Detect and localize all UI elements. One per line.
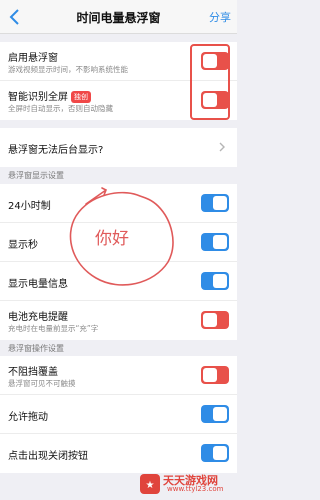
close-button-label: 点击出现关闭按钮 bbox=[8, 451, 88, 462]
chevron-right-icon bbox=[219, 142, 225, 152]
row-24h: 24小时制 bbox=[0, 184, 237, 223]
original-badge: 独创 bbox=[71, 91, 91, 103]
charge-reminder-label: 电池充电提醒 bbox=[8, 312, 68, 323]
svg-text:★: ★ bbox=[146, 480, 155, 491]
smart-fullscreen-desc: 全屏时自动显示，否则自动隐藏 bbox=[8, 104, 113, 113]
row-allow-drag: 允许拖动 bbox=[0, 395, 237, 434]
background-help-label: 悬浮窗无法后台显示? bbox=[8, 145, 104, 156]
smart-fullscreen-label: 智能识别全屏 独创 bbox=[8, 88, 91, 103]
row-show-seconds: 显示秒 bbox=[0, 223, 237, 262]
no-block-label: 不阻挡覆盖 bbox=[8, 367, 58, 378]
link-group: 悬浮窗无法后台显示? bbox=[0, 128, 237, 167]
allow-drag-label: 允许拖动 bbox=[8, 412, 48, 423]
row-close-button: 点击出现关闭按钮 bbox=[0, 434, 237, 473]
show-seconds-toggle[interactable] bbox=[201, 233, 229, 251]
nav-bar: 时间电量悬浮窗 分享 bbox=[0, 0, 237, 34]
display-section-header: 悬浮窗显示设置 bbox=[8, 171, 64, 180]
close-button-toggle[interactable] bbox=[201, 444, 229, 462]
no-block-desc: 悬浮窗可见不可触摸 bbox=[8, 379, 76, 388]
share-button[interactable]: 分享 bbox=[209, 9, 231, 25]
site-watermark: ★ 天天游戏网 www.ttyl23.com bbox=[137, 470, 233, 496]
enable-floating-desc: 游戏视频显示时间，不影响系统性能 bbox=[8, 65, 128, 74]
enable-floating-label: 启用悬浮窗 bbox=[8, 53, 58, 64]
ops-section-header: 悬浮窗操作设置 bbox=[8, 344, 64, 353]
watermark-url: www.ttyl23.com bbox=[167, 485, 224, 493]
show-battery-toggle[interactable] bbox=[201, 272, 229, 290]
row-background-help[interactable]: 悬浮窗无法后台显示? bbox=[0, 128, 237, 167]
24h-label: 24小时制 bbox=[8, 201, 51, 212]
24h-toggle[interactable] bbox=[201, 194, 229, 212]
display-group: 24小时制 显示秒 显示电量信息 电池充电提醒 充电时在电量前显示“充”字 bbox=[0, 184, 237, 340]
row-no-block: 不阻挡覆盖 悬浮窗可见不可触摸 bbox=[0, 356, 237, 395]
no-block-toggle[interactable] bbox=[201, 366, 229, 384]
allow-drag-toggle[interactable] bbox=[201, 405, 229, 423]
page-title: 时间电量悬浮窗 bbox=[76, 11, 161, 25]
show-battery-label: 显示电量信息 bbox=[8, 279, 68, 290]
show-seconds-label: 显示秒 bbox=[8, 240, 38, 251]
row-show-battery: 显示电量信息 bbox=[0, 262, 237, 301]
logo-icon: ★ bbox=[140, 474, 160, 494]
ops-group: 不阻挡覆盖 悬浮窗可见不可触摸 允许拖动 点击出现关闭按钮 bbox=[0, 356, 237, 473]
charge-reminder-toggle[interactable] bbox=[201, 311, 229, 329]
charge-reminder-desc: 充电时在电量前显示“充”字 bbox=[8, 324, 99, 333]
row-charge-reminder: 电池充电提醒 充电时在电量前显示“充”字 bbox=[0, 301, 237, 340]
highlight-box bbox=[190, 44, 230, 120]
